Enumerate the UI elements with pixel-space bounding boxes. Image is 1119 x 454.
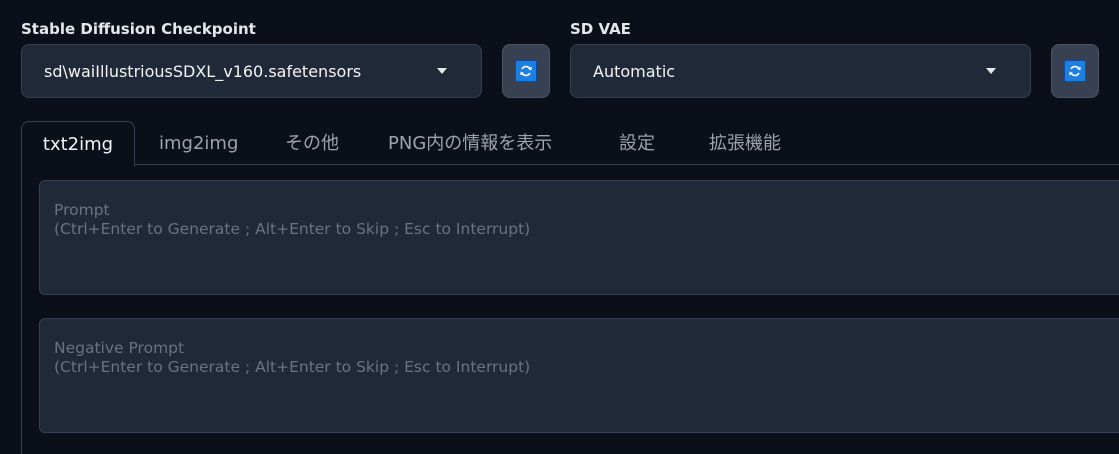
vae-value: Automatic: [593, 61, 676, 81]
tab-other[interactable]: その他: [285, 121, 339, 166]
refresh-checkpoint-button[interactable]: [502, 44, 550, 98]
chevron-down-icon: [986, 68, 996, 74]
refresh-icon: [515, 60, 537, 82]
tab-txt2img[interactable]: txt2img: [21, 121, 135, 166]
prompt-input[interactable]: Prompt (Ctrl+Enter to Generate ; Alt+Ent…: [39, 180, 1119, 295]
vae-label: SD VAE: [570, 20, 631, 38]
negative-prompt-placeholder-hint: (Ctrl+Enter to Generate ; Alt+Enter to S…: [54, 358, 531, 376]
chevron-down-icon: [437, 68, 447, 74]
checkpoint-label: Stable Diffusion Checkpoint: [21, 20, 256, 38]
vae-dropdown[interactable]: Automatic: [570, 44, 1031, 98]
tab-settings[interactable]: 設定: [619, 121, 655, 166]
main-tabs: txt2img img2img その他 PNG内の情報を表示 設定 拡張機能: [21, 121, 1119, 166]
prompt-placeholder: Prompt: [54, 201, 110, 219]
checkpoint-value: sd\waiIllustriousSDXL_v160.safetensors: [44, 61, 362, 81]
tab-extensions[interactable]: 拡張機能: [709, 121, 781, 166]
tab-png-info[interactable]: PNG内の情報を表示: [388, 121, 552, 166]
negative-prompt-input[interactable]: Negative Prompt (Ctrl+Enter to Generate …: [39, 318, 1119, 433]
prompt-placeholder-hint: (Ctrl+Enter to Generate ; Alt+Enter to S…: [54, 220, 531, 238]
negative-prompt-placeholder: Negative Prompt: [54, 339, 185, 357]
tab-img2img[interactable]: img2img: [159, 121, 238, 166]
checkpoint-dropdown[interactable]: sd\waiIllustriousSDXL_v160.safetensors: [21, 44, 482, 98]
refresh-vae-button[interactable]: [1051, 44, 1099, 98]
refresh-icon: [1064, 60, 1086, 82]
